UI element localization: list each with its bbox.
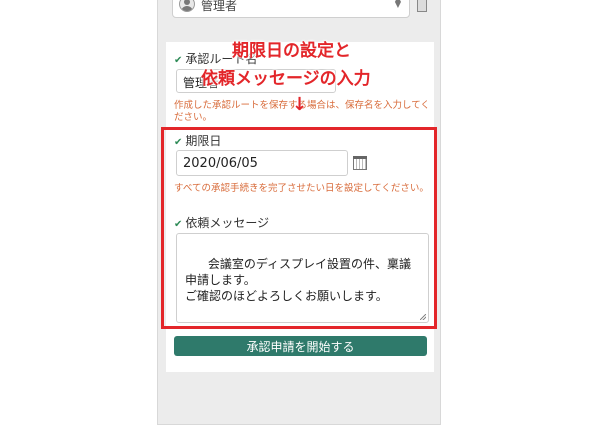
start-approval-button[interactable]: 承認申請を開始する <box>174 336 427 356</box>
annotation-line1: 期限日の設定と <box>232 41 351 61</box>
route-select-value: 管理者 <box>201 0 238 13</box>
highlight-box <box>161 127 437 329</box>
check-icon: ✔ <box>174 55 183 66</box>
user-avatar-icon <box>179 0 195 12</box>
route-select[interactable]: 管理者 ▲▼ <box>172 0 410 18</box>
annotation-line2: 依頼メッセージの入力 <box>201 69 371 89</box>
select-arrows-icon: ▲▼ <box>394 0 401 9</box>
trash-icon[interactable] <box>417 0 427 12</box>
annotation-arrow: ↓ <box>292 94 308 115</box>
